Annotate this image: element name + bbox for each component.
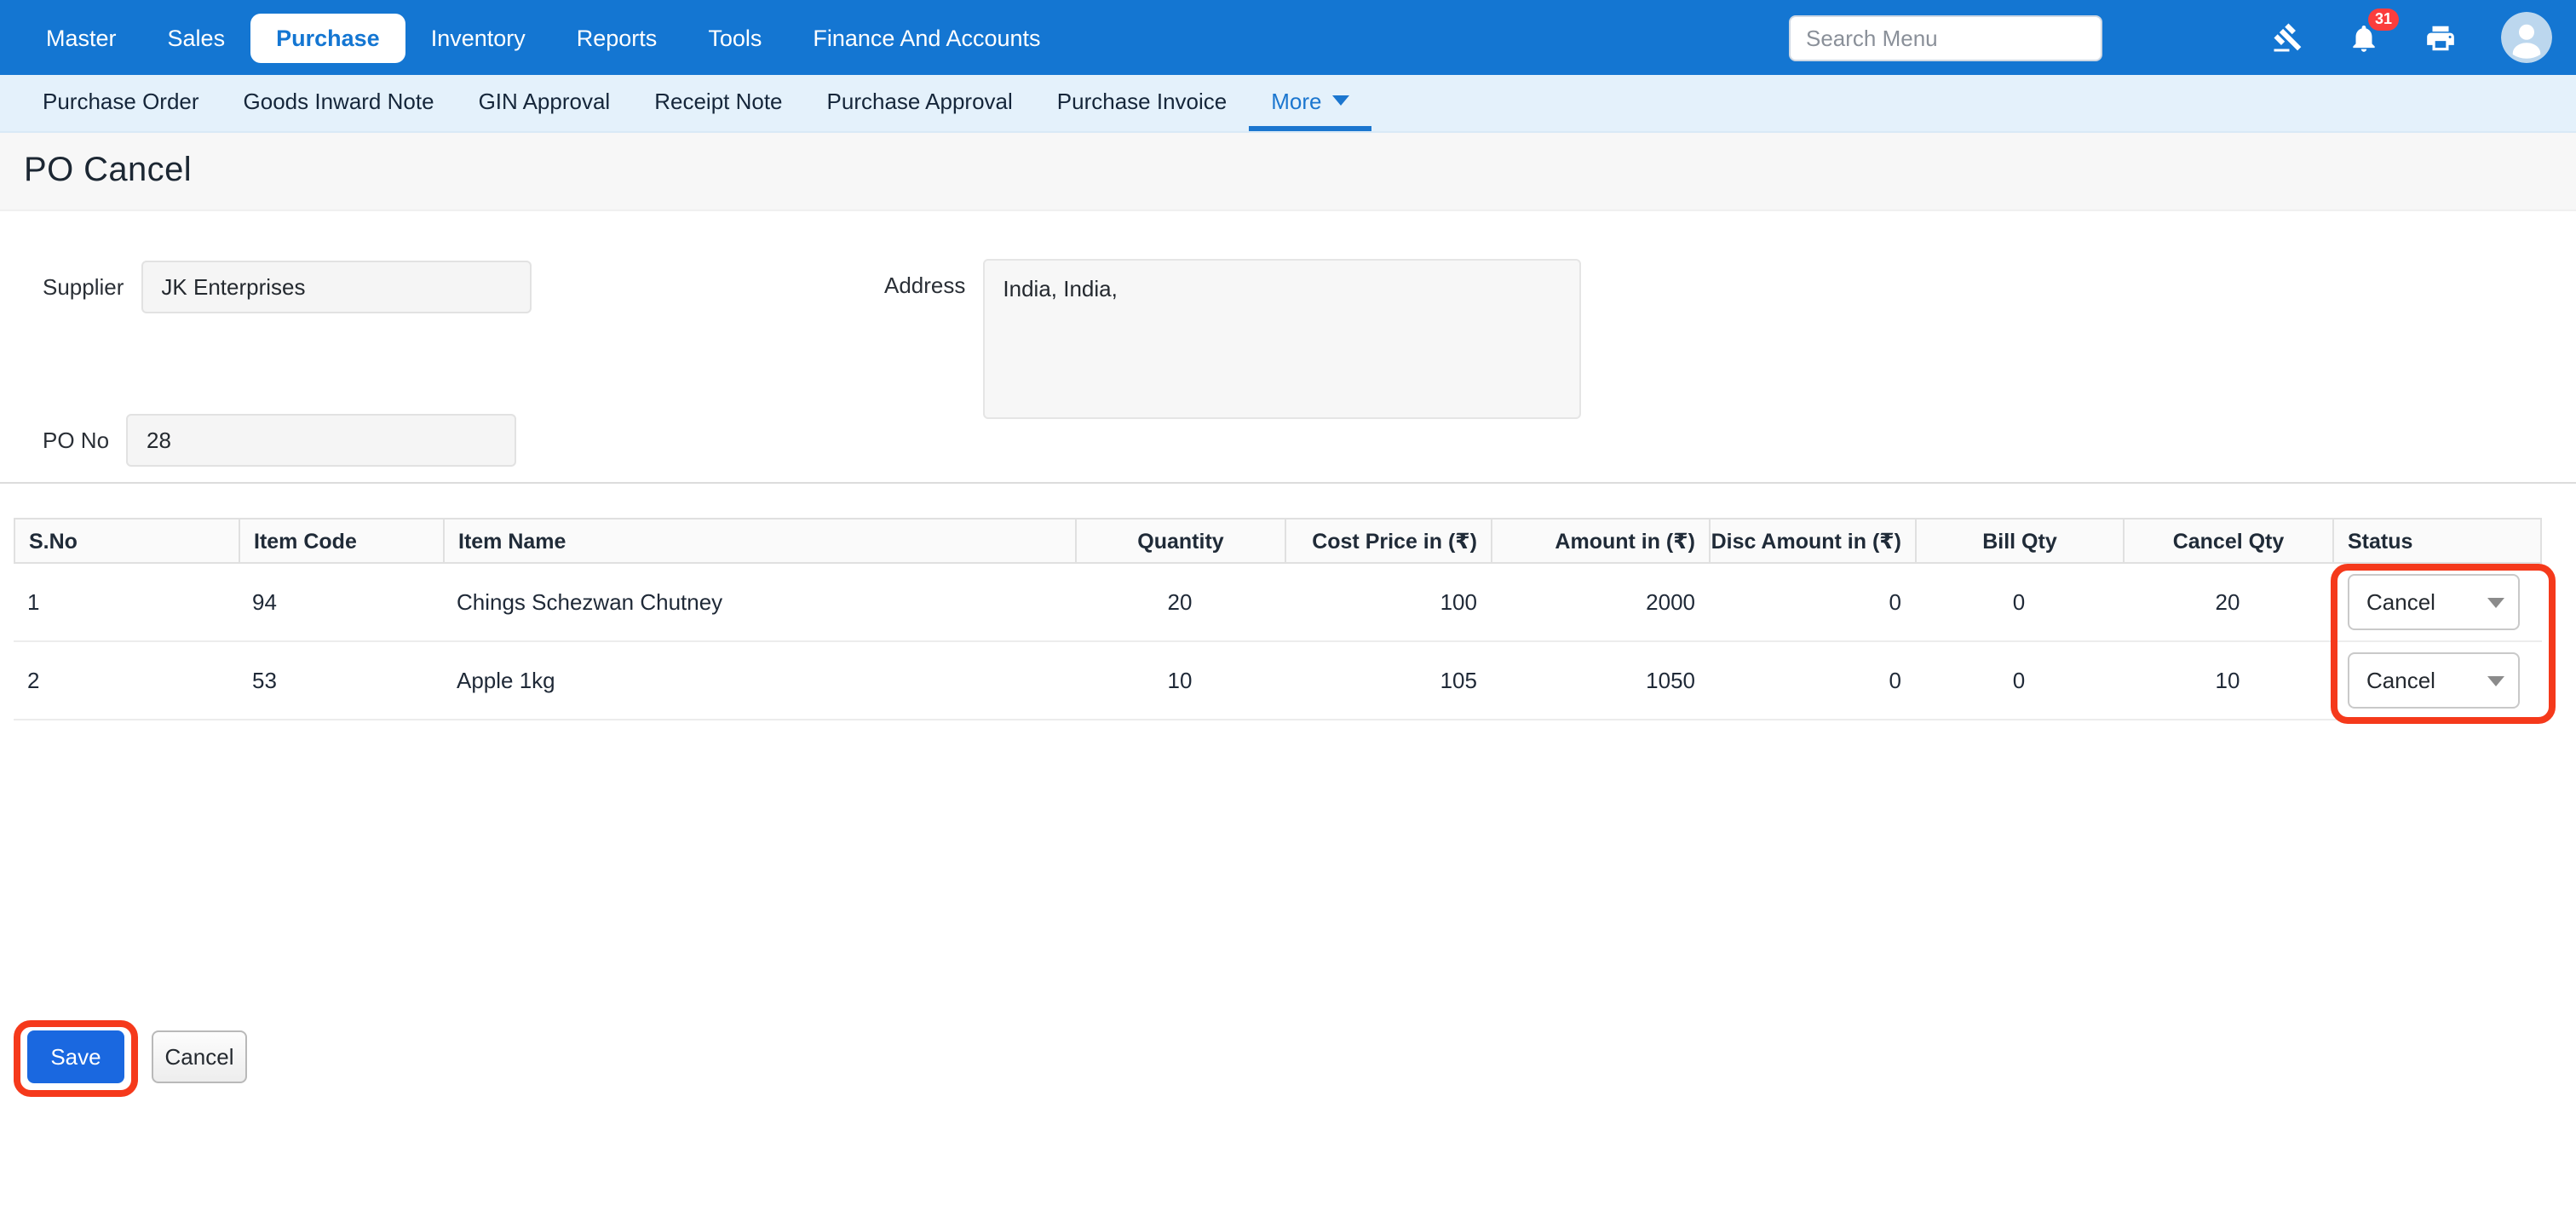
- column-header-item-code: Item Code: [240, 519, 445, 562]
- cell-sno: 1: [14, 564, 239, 640]
- purchase-subnav: Purchase Order Goods Inward Note GIN App…: [0, 75, 2576, 133]
- column-header-quantity: Quantity: [1077, 519, 1286, 562]
- cell-item-name: Apple 1kg: [443, 642, 1075, 719]
- cell-quantity: 10: [1075, 642, 1285, 719]
- chevron-down-icon: [1332, 95, 1349, 106]
- cell-amount: 1050: [1491, 642, 1709, 719]
- avatar[interactable]: [2501, 12, 2552, 63]
- status-select[interactable]: Cancel: [2348, 574, 2520, 630]
- subnav-item-more[interactable]: More: [1249, 75, 1371, 131]
- nav-item-tools[interactable]: Tools: [682, 13, 787, 62]
- cell-disc-amount: 0: [1709, 564, 1915, 640]
- section-divider: [0, 482, 2576, 484]
- subnav-item-receipt-note[interactable]: Receipt Note: [632, 75, 804, 131]
- po-no-label: PO No: [43, 414, 109, 467]
- printer-icon[interactable]: [2424, 21, 2457, 54]
- more-label: More: [1271, 88, 1321, 113]
- subnav-item-purchase-order[interactable]: Purchase Order: [20, 75, 221, 131]
- nav-item-inventory[interactable]: Inventory: [405, 13, 551, 62]
- nav-item-master[interactable]: Master: [20, 13, 142, 62]
- cell-item-name: Chings Schezwan Chutney: [443, 564, 1075, 640]
- status-select-value: Cancel: [2366, 668, 2435, 693]
- nav-item-purchase[interactable]: Purchase: [250, 13, 405, 62]
- chevron-down-icon: [2487, 597, 2504, 607]
- cell-sno: 2: [14, 642, 239, 719]
- column-header-cost-price: Cost Price in (₹): [1286, 519, 1492, 562]
- address-textarea[interactable]: India, India,: [982, 259, 1580, 419]
- search-input[interactable]: [1789, 14, 2102, 60]
- cell-cost-price: 105: [1285, 642, 1491, 719]
- status-select[interactable]: Cancel: [2348, 652, 2520, 709]
- table-row: 2 53 Apple 1kg 10 105 1050 0 0 10 Cancel: [14, 642, 2542, 720]
- nav-item-finance-and-accounts[interactable]: Finance And Accounts: [787, 13, 1066, 62]
- cell-bill-qty: 0: [1915, 642, 2123, 719]
- page-title-bar: PO Cancel: [0, 133, 2576, 211]
- column-header-amount: Amount in (₹): [1492, 519, 1711, 562]
- cell-cancel-qty: 20: [2123, 564, 2332, 640]
- cell-item-code: 53: [239, 642, 443, 719]
- nav-item-reports[interactable]: Reports: [551, 13, 683, 62]
- notification-badge: 31: [2368, 8, 2399, 30]
- po-no-field-group: PO No: [43, 414, 516, 467]
- bell-icon[interactable]: 31: [2348, 21, 2380, 54]
- status-select-value: Cancel: [2366, 589, 2435, 615]
- app-root: Master Sales Purchase Inventory Reports …: [0, 0, 2576, 1211]
- column-header-bill-qty: Bill Qty: [1917, 519, 2125, 562]
- page-title: PO Cancel: [24, 152, 192, 191]
- navbar-right: 31: [1789, 12, 2552, 63]
- cell-status: Cancel: [2332, 564, 2542, 640]
- address-label: Address: [884, 259, 965, 300]
- table-header-row: S.No Item Code Item Name Quantity Cost P…: [14, 518, 2542, 564]
- cell-item-code: 94: [239, 564, 443, 640]
- supplier-label: Supplier: [43, 261, 124, 313]
- gavel-icon[interactable]: [2273, 22, 2303, 53]
- po-no-input[interactable]: [126, 414, 516, 467]
- subnav-item-purchase-approval[interactable]: Purchase Approval: [805, 75, 1035, 131]
- column-header-disc-amount: Disc Amount in (₹): [1711, 519, 1917, 562]
- column-header-sno: S.No: [15, 519, 240, 562]
- po-items-table: S.No Item Code Item Name Quantity Cost P…: [14, 518, 2542, 720]
- table-row: 1 94 Chings Schezwan Chutney 20 100 2000…: [14, 564, 2542, 642]
- chevron-down-icon: [2487, 675, 2504, 686]
- cell-status: Cancel: [2332, 642, 2542, 719]
- supplier-field-group: Supplier: [43, 261, 531, 313]
- column-header-cancel-qty: Cancel Qty: [2125, 519, 2334, 562]
- cancel-button[interactable]: Cancel: [152, 1030, 247, 1083]
- subnav-item-gin-approval[interactable]: GIN Approval: [457, 75, 633, 131]
- cell-cost-price: 100: [1285, 564, 1491, 640]
- column-header-status: Status: [2334, 519, 2544, 562]
- cell-quantity: 20: [1075, 564, 1285, 640]
- subnav-item-purchase-invoice[interactable]: Purchase Invoice: [1035, 75, 1249, 131]
- supplier-input[interactable]: [141, 261, 531, 313]
- cell-amount: 2000: [1491, 564, 1709, 640]
- main-menu: Master Sales Purchase Inventory Reports …: [20, 0, 1067, 75]
- top-navbar: Master Sales Purchase Inventory Reports …: [0, 0, 2576, 75]
- cell-cancel-qty: 10: [2123, 642, 2332, 719]
- save-button[interactable]: Save: [27, 1030, 124, 1083]
- cell-bill-qty: 0: [1915, 564, 2123, 640]
- cell-disc-amount: 0: [1709, 642, 1915, 719]
- subnav-item-goods-inward-note[interactable]: Goods Inward Note: [221, 75, 457, 131]
- nav-item-sales[interactable]: Sales: [142, 13, 251, 62]
- column-header-item-name: Item Name: [445, 519, 1077, 562]
- address-field-group: Address India, India,: [884, 259, 1580, 419]
